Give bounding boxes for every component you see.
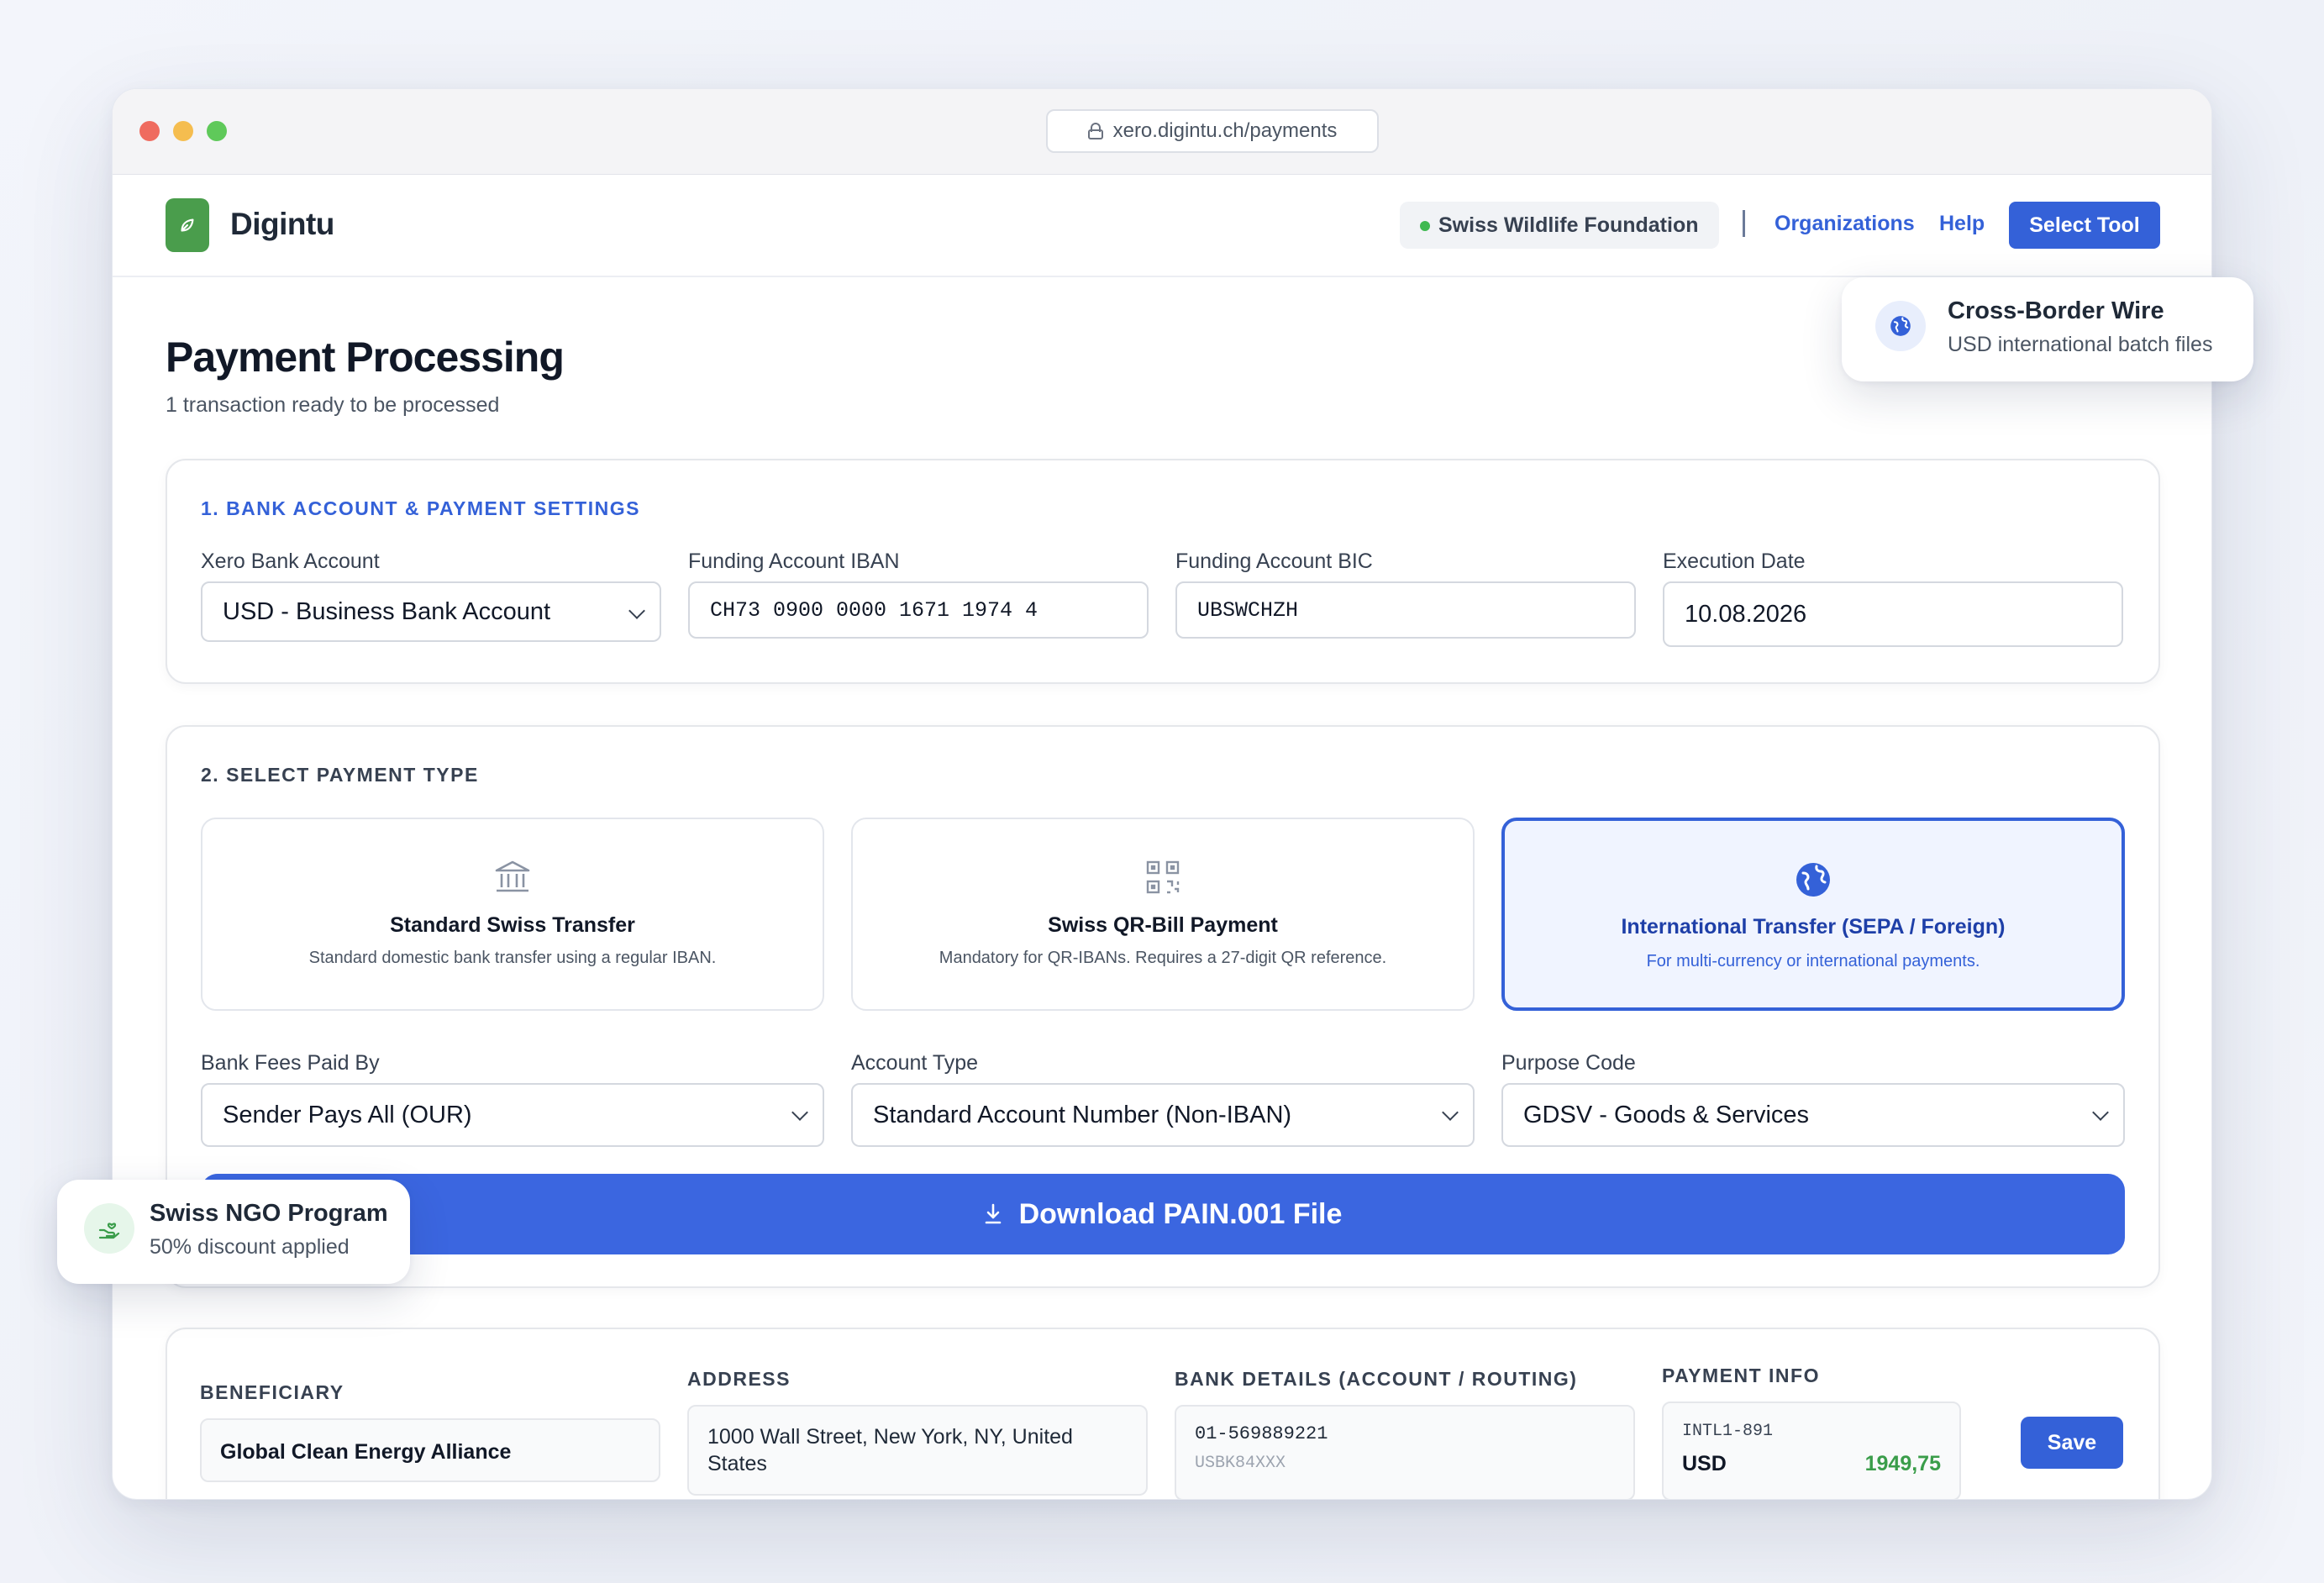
section-title-bank-settings: 1. BANK ACCOUNT & PAYMENT SETTINGS — [201, 497, 640, 519]
payment-type-title: International Transfer (SEPA / Foreign) — [1621, 915, 2006, 939]
xero-bank-account-label: Xero Bank Account — [201, 550, 380, 573]
account-type-value: Standard Account Number (Non-IBAN) — [873, 1101, 1292, 1128]
address-field[interactable]: 1000 Wall Street, New York, NY, United S… — [687, 1405, 1148, 1496]
callout-title: Cross-Border Wire — [1948, 297, 2164, 324]
bank-fees-value: Sender Pays All (OUR) — [223, 1101, 472, 1128]
payment-currency: USD — [1682, 1452, 1727, 1475]
column-header-address: ADDRESS — [687, 1368, 791, 1390]
brand-name: Digintu — [230, 207, 334, 241]
save-button[interactable]: Save — [2021, 1417, 2123, 1469]
account-type-select[interactable]: Standard Account Number (Non-IBAN) — [851, 1083, 1475, 1147]
cross-border-wire-callout: Cross-Border Wire USD international batc… — [1842, 277, 2253, 381]
app-header: Digintu Swiss Wildlife Foundation Organi… — [113, 175, 2211, 277]
column-header-payment-info: PAYMENT INFO — [1662, 1365, 1820, 1386]
section-title-payment-type: 2. SELECT PAYMENT TYPE — [201, 764, 479, 786]
globe-icon — [1795, 861, 1832, 902]
callout-subtitle: USD international batch files — [1948, 333, 2213, 356]
bank-fees-select[interactable]: Sender Pays All (OUR) — [201, 1083, 824, 1147]
beneficiary-name: Global Clean Energy Alliance — [220, 1440, 512, 1464]
ngo-program-callout: Swiss NGO Program 50% discount applied — [57, 1180, 410, 1284]
leaf-icon — [181, 218, 194, 232]
column-header-beneficiary: BENEFICIARY — [200, 1381, 344, 1403]
download-pain001-button[interactable]: Download PAIN.001 File — [201, 1174, 2125, 1254]
page-subtitle: 1 transaction ready to be processed — [166, 393, 500, 417]
execution-date-input[interactable]: 10.08.2026 — [1663, 581, 2123, 647]
bank-details-field[interactable]: 01-569889221 USBK84XXX — [1175, 1405, 1635, 1499]
url-text: xero.digintu.ch/payments — [1112, 119, 1338, 142]
minimize-window-button[interactable] — [173, 121, 193, 141]
payment-type-card: 2. SELECT PAYMENT TYPE Standard Swiss Tr… — [166, 725, 2160, 1288]
browser-titlebar: xero.digintu.ch/payments — [113, 89, 2211, 175]
funding-bic-input[interactable]: UBSWCHZH — [1175, 581, 1636, 639]
payment-type-standard-swiss[interactable]: Standard Swiss Transfer Standard domesti… — [201, 818, 824, 1011]
qr-code-icon — [1145, 860, 1180, 899]
bank-settings-card: 1. BANK ACCOUNT & PAYMENT SETTINGS Xero … — [166, 459, 2160, 684]
lock-icon — [1087, 123, 1103, 139]
nav-help-link[interactable]: Help — [1939, 212, 1985, 236]
execution-date-label: Execution Date — [1663, 550, 1806, 573]
donation-hand-icon — [84, 1203, 134, 1254]
payment-reference: INTL1-891 — [1682, 1422, 1774, 1441]
payment-type-description: Standard domestic bank transfer using a … — [308, 949, 717, 967]
funding-iban-input[interactable]: CH73 0900 0000 1671 1974 4 — [688, 581, 1149, 639]
funding-bic-label: Funding Account BIC — [1175, 550, 1373, 573]
page-title: Payment Processing — [166, 334, 565, 381]
account-number: 01-569889221 — [1195, 1423, 1328, 1444]
maximize-window-button[interactable] — [207, 121, 227, 141]
download-button-label: Download PAIN.001 File — [1018, 1197, 1343, 1230]
status-dot-icon — [1420, 221, 1430, 231]
payment-info-field[interactable]: INTL1-891 USD 1949,75 — [1662, 1402, 1961, 1499]
chevron-down-icon — [791, 1104, 808, 1121]
payment-amount: 1949,75 — [1864, 1452, 1941, 1475]
nav-organizations-link[interactable]: Organizations — [1775, 212, 1915, 236]
brand-logo[interactable] — [166, 198, 209, 252]
bank-fees-label: Bank Fees Paid By — [201, 1051, 380, 1075]
globe-icon — [1875, 301, 1926, 351]
download-icon — [985, 1203, 1001, 1224]
payment-type-international[interactable]: International Transfer (SEPA / Foreign) … — [1501, 818, 2125, 1011]
purpose-code-label: Purpose Code — [1501, 1051, 1636, 1075]
payment-type-qr-bill[interactable]: Swiss QR-Bill Payment Mandatory for QR-I… — [851, 818, 1475, 1011]
column-header-bank-details: BANK DETAILS (ACCOUNT / ROUTING) — [1175, 1368, 1578, 1390]
callout-title: Swiss NGO Program — [150, 1200, 388, 1227]
funding-iban-label: Funding Account IBAN — [688, 550, 900, 573]
chevron-down-icon — [2092, 1104, 2109, 1121]
routing-code: USBK84XXX — [1195, 1454, 1286, 1473]
organization-badge: Swiss Wildlife Foundation — [1400, 202, 1719, 249]
payment-type-title: Swiss QR-Bill Payment — [1048, 913, 1278, 937]
close-window-button[interactable] — [139, 121, 160, 141]
address-bar[interactable]: xero.digintu.ch/payments — [1046, 109, 1379, 153]
organization-name: Swiss Wildlife Foundation — [1438, 213, 1699, 237]
xero-bank-account-select[interactable]: USD - Business Bank Account — [201, 581, 661, 642]
bank-icon — [494, 860, 531, 899]
chevron-down-icon — [628, 602, 645, 619]
purpose-code-select[interactable]: GDSV - Goods & Services — [1501, 1083, 2125, 1147]
callout-subtitle: 50% discount applied — [150, 1235, 350, 1259]
account-type-label: Account Type — [851, 1051, 979, 1075]
chevron-down-icon — [1442, 1104, 1459, 1121]
beneficiary-field[interactable]: Global Clean Energy Alliance — [200, 1418, 660, 1482]
select-tool-button[interactable]: Select Tool — [2009, 202, 2160, 249]
purpose-code-value: GDSV - Goods & Services — [1523, 1101, 1810, 1128]
payment-type-title: Standard Swiss Transfer — [390, 913, 635, 937]
payment-type-description: Mandatory for QR-IBANs. Requires a 27-di… — [939, 949, 1387, 967]
beneficiary-address: 1000 Wall Street, New York, NY, United S… — [707, 1425, 1073, 1475]
xero-bank-account-value: USD - Business Bank Account — [223, 597, 551, 625]
nav-divider — [1743, 210, 1745, 237]
payment-type-description: For multi-currency or international paym… — [1646, 952, 1980, 970]
